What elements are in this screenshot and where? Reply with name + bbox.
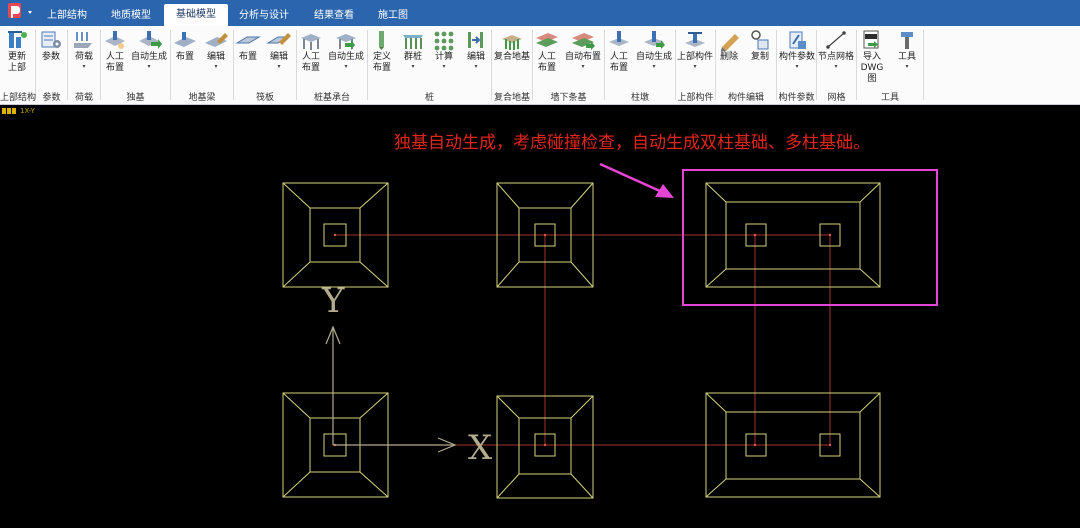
import-dwg-icon — [863, 30, 879, 49]
group-divider — [776, 30, 777, 100]
tab-bar: 上部结构 地质模型 基础模型 分析与设计 结果查看 施工图 — [0, 0, 1080, 26]
axis-x-label: X — [468, 428, 493, 468]
group-label-member-edit: 构件编辑 — [727, 93, 764, 103]
group-label-pile: 桩 — [424, 93, 434, 103]
calculate-icon — [434, 31, 454, 51]
dropdown-caret: ▾ — [905, 63, 909, 70]
auto-generate-icon — [139, 31, 162, 49]
dropdown-caret: ▾ — [344, 63, 348, 70]
view-label: 1X-Y — [20, 107, 35, 115]
strip-manual-icon — [536, 33, 558, 47]
footings — [282, 182, 881, 499]
group-divider — [715, 30, 716, 100]
upper-member-icon — [685, 32, 705, 47]
view-mode-icon[interactable] — [2, 108, 18, 114]
group-label-ground-beam: 地基梁 — [188, 93, 216, 103]
group-label-pier: 柱墩 — [630, 93, 649, 103]
group-divider — [67, 30, 68, 100]
strip-auto-icon — [572, 33, 595, 50]
node-grid-icon — [826, 31, 846, 49]
group-label-load: 荷载 — [74, 93, 93, 103]
grid-lines — [335, 234, 831, 446]
member-params-icon — [789, 31, 806, 49]
dropdown-caret: ▾ — [834, 63, 838, 70]
pile-cap-auto-icon — [336, 34, 356, 50]
highlight-box — [682, 169, 938, 306]
group-label-pile-cap: 桩基承台 — [313, 93, 350, 103]
group-label-upper-structure: 上部结构 — [0, 93, 37, 103]
group-divider — [233, 30, 234, 100]
view-strip — [0, 106, 1080, 116]
pile-edit-icon — [468, 32, 483, 48]
beam-edit-icon — [205, 33, 228, 47]
group-divider — [923, 30, 924, 100]
dropdown-caret: ▾ — [442, 63, 446, 70]
dropdown-caret: ▾ — [214, 63, 218, 70]
pile-group-icon — [403, 35, 423, 49]
tab-results[interactable]: 结果查看 — [304, 5, 364, 26]
pile-cap-manual-icon — [301, 34, 321, 50]
tab-analysis-design[interactable]: 分析与设计 — [232, 5, 296, 26]
tab-construction-drawing[interactable]: 施工图 — [370, 5, 416, 26]
group-divider — [296, 30, 297, 100]
pier-manual-icon — [609, 31, 629, 46]
settings-icon — [41, 31, 61, 48]
annotation-text: 独基自动生成，考虑碰撞检查，自动生成双柱基础、多柱基础。 — [394, 133, 870, 153]
dropdown-caret: ▾ — [581, 63, 585, 70]
dropdown-caret: ▾ — [652, 63, 656, 70]
tab-upper-structure[interactable]: 上部结构 — [38, 5, 96, 26]
group-label-composite-ground: 复合地基 — [493, 93, 530, 103]
manual-place-icon — [105, 31, 125, 49]
delete-icon — [721, 34, 739, 51]
pier-auto-icon — [644, 31, 665, 49]
slab-place-icon — [235, 36, 261, 44]
cad-canvas[interactable]: Y X — [0, 116, 1080, 528]
group-divider — [170, 30, 171, 100]
group-label-raft: 筏板 — [255, 93, 274, 103]
dropdown-caret: ▾ — [693, 63, 697, 70]
dropdown-caret: ▾ — [474, 63, 478, 70]
beam-place-icon — [174, 32, 196, 47]
tab-geology-model[interactable]: 地质模型 — [100, 5, 162, 26]
pile-define-icon — [379, 31, 384, 50]
group-label-upper-member: 上部构件 — [677, 93, 714, 103]
group-divider — [100, 30, 101, 100]
update-structure-icon — [8, 31, 27, 48]
group-label-grid: 网格 — [827, 93, 846, 103]
dropdown-caret: ▾ — [411, 63, 415, 70]
ribbon-toolbar: 更新 上部 参数 荷载 ▾ 人工 布置 自动生成 ▾ 布置 编辑 ▾ 布置 编辑… — [0, 26, 1080, 105]
tools-icon — [901, 32, 913, 49]
group-divider — [35, 30, 36, 100]
dropdown-caret: ▾ — [82, 63, 86, 70]
dropdown-caret: ▾ — [795, 63, 799, 70]
load-icon — [74, 32, 92, 48]
group-divider — [604, 30, 605, 100]
axis-y-label: Y — [321, 281, 345, 321]
column-centers — [333, 233, 832, 447]
group-divider — [532, 30, 533, 100]
app-logo-icon[interactable] — [4, 1, 36, 25]
group-label-strip-footing: 墙下条基 — [550, 93, 587, 103]
dropdown-caret: ▾ — [147, 63, 151, 70]
copy-icon — [751, 30, 769, 50]
tab-foundation-model[interactable]: 基础模型 — [164, 4, 228, 26]
dropdown-caret: ▾ — [277, 63, 281, 70]
group-label-tools: 工具 — [880, 93, 899, 103]
group-label-isolated-footing: 独基 — [126, 93, 145, 103]
composite-ground-icon — [502, 35, 522, 50]
group-divider — [367, 30, 368, 100]
group-divider — [491, 30, 492, 100]
slab-edit-icon — [266, 33, 291, 45]
group-label-member-params: 构件参数 — [778, 93, 815, 103]
group-label-params: 参数 — [42, 93, 61, 103]
pointer-arrow — [599, 162, 674, 198]
ucs-axes — [325, 325, 457, 453]
